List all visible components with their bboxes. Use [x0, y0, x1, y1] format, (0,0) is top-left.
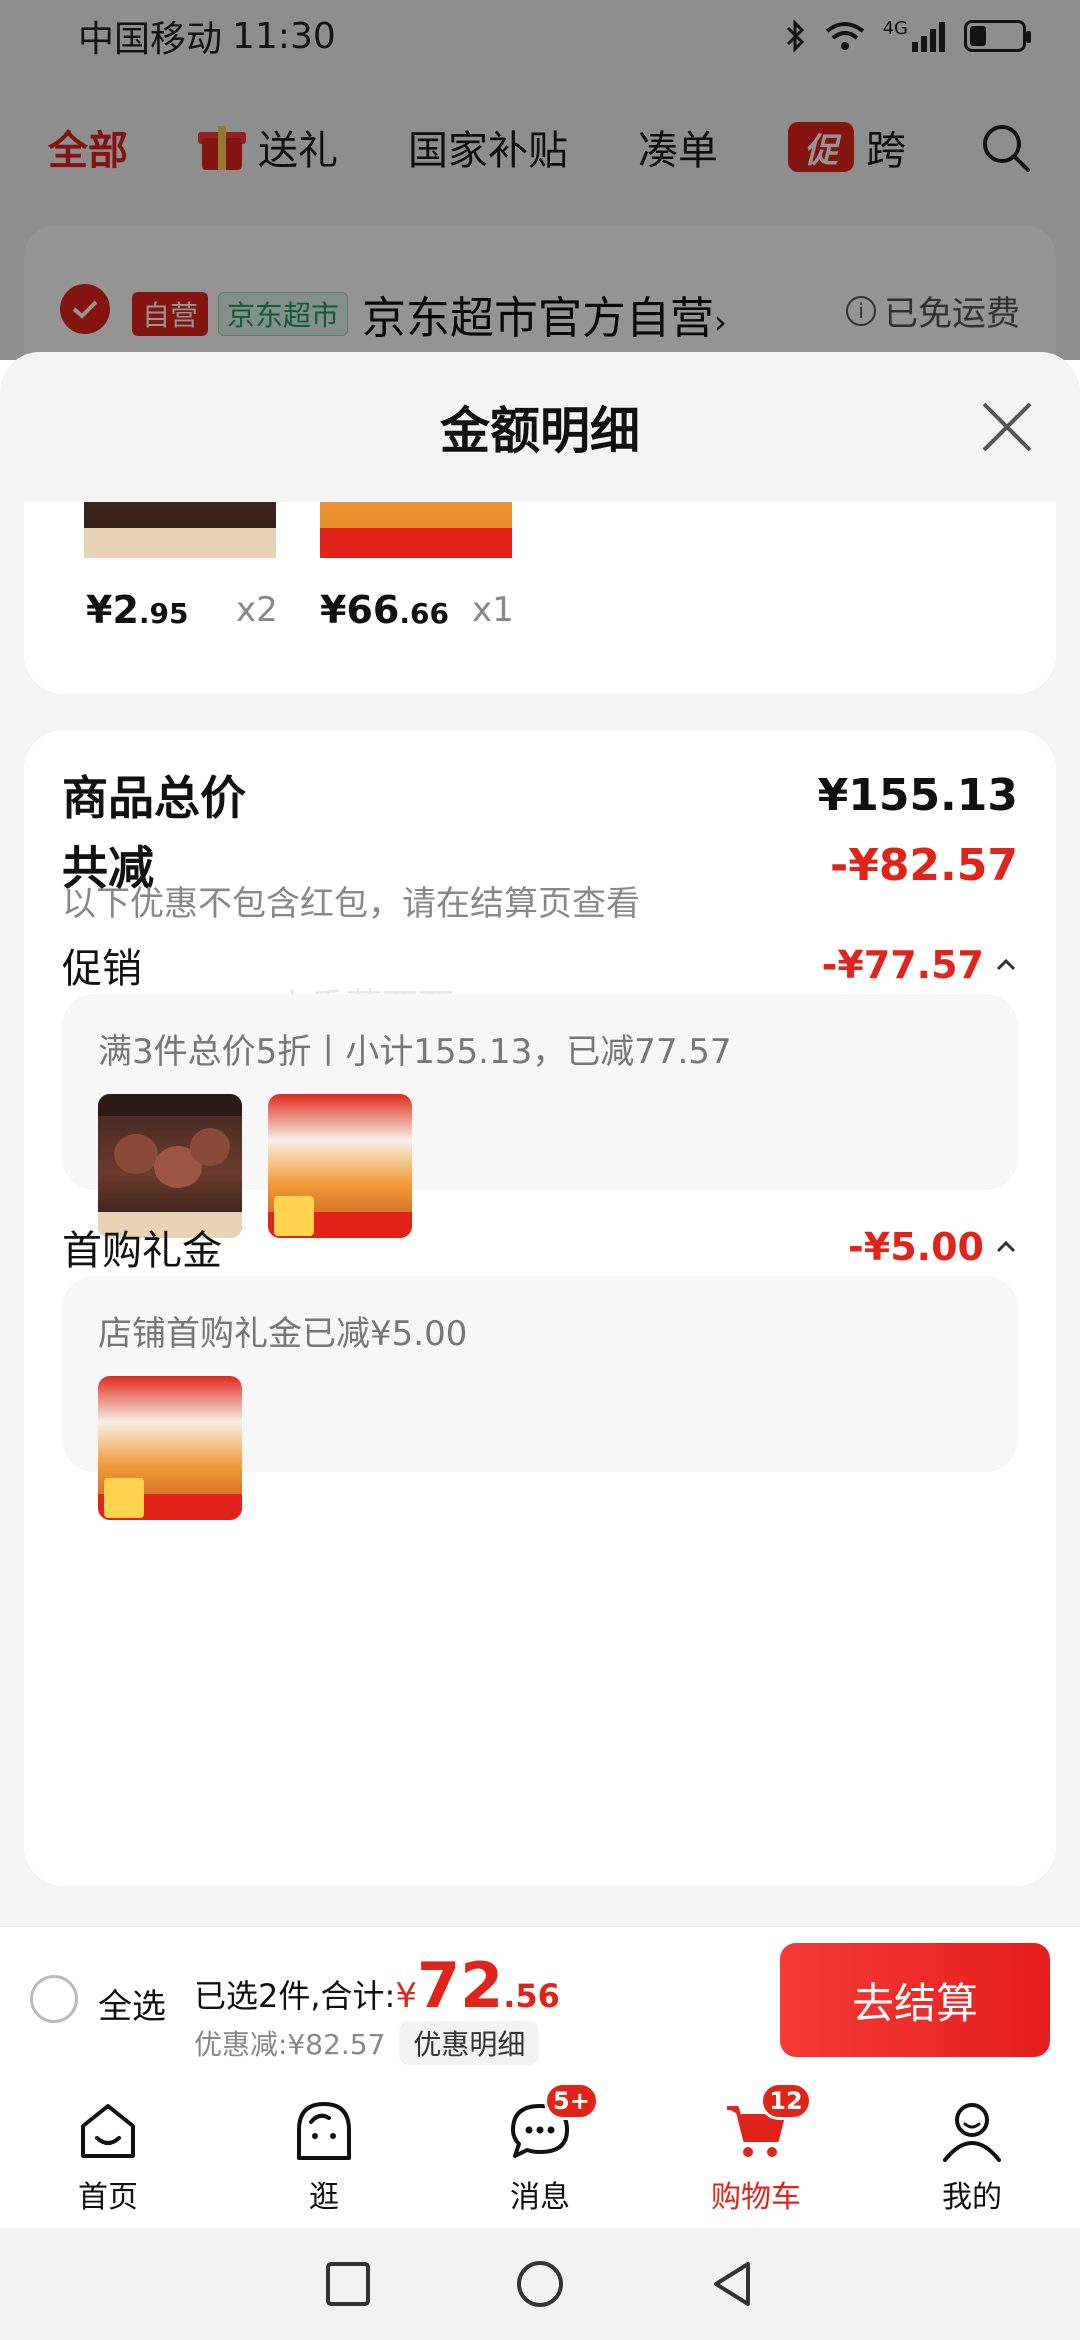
product-thumbnail[interactable]	[98, 1094, 242, 1238]
goods-total-row: 商品总价 ¥155.13	[62, 762, 1018, 828]
first-purchase-label: 首购礼金	[62, 1228, 222, 1274]
chevron-up-icon	[996, 958, 1016, 971]
total-decimal: .56	[503, 1977, 560, 2015]
first-purchase-row[interactable]: 首购礼金 -¥5.00	[62, 1218, 1018, 1276]
nav-profile-label: 我的	[942, 2180, 1002, 2215]
product-thumbnail[interactable]	[98, 1376, 242, 1520]
modal-overlay[interactable]	[0, 0, 1080, 360]
goods-total-value: ¥155.13	[817, 769, 1018, 821]
checkout-button[interactable]: 去结算	[780, 1943, 1050, 2057]
select-all-checkbox[interactable]	[30, 1975, 78, 2023]
explore-icon	[297, 2102, 351, 2160]
home-icon	[81, 2104, 135, 2158]
cart-badge: 12	[760, 2082, 812, 2120]
chevron-up-icon	[996, 1240, 1016, 1253]
promotion-value: -¥77.57	[822, 943, 1018, 987]
discount-amount-label: 优惠减:¥82.57	[194, 2028, 386, 2061]
goods-total-label: 商品总价	[62, 771, 246, 825]
nav-home[interactable]: 首页	[0, 2072, 216, 2228]
sheet-title: 金额明细	[440, 402, 640, 460]
reduce-note: 以下优惠不包含红包，请在结算页查看	[62, 884, 640, 924]
total-reduce-value: -¥82.57	[829, 839, 1018, 891]
product-quantity: x1	[472, 590, 514, 630]
back-icon[interactable]	[706, 2258, 758, 2310]
total-integer: 72	[416, 1949, 504, 2022]
currency-symbol: ¥	[395, 1976, 417, 2016]
promotion-detail-text: 满3件总价5折丨小计155.13，已减77.57	[98, 1032, 732, 1072]
close-icon[interactable]	[978, 398, 1036, 456]
sheet-header: 金额明细	[0, 352, 1080, 502]
messages-badge: 5+	[544, 2082, 599, 2120]
nav-messages[interactable]: 消息 5+	[432, 2072, 648, 2228]
first-purchase-detail-box: 店铺首购礼金已减¥5.00	[62, 1276, 1018, 1520]
price-summary-card: 商品总价 ¥155.13 共减 -¥82.57 以下优惠不包含红包，请在结算页查…	[24, 730, 1056, 1886]
promotion-row[interactable]: 促销 -¥77.57	[62, 936, 1018, 994]
nav-explore-label: 逛	[309, 2180, 339, 2215]
select-all-label[interactable]: 全选	[98, 1979, 166, 2028]
first-purchase-detail-text: 店铺首购礼金已减¥5.00	[98, 1314, 468, 1354]
nav-profile[interactable]: 我的	[864, 2072, 1080, 2228]
product-quantity: x2	[236, 590, 278, 630]
selected-products-card: ¥2.95 x2 ¥66.66 x1	[24, 502, 1056, 694]
promotion-detail-box: 满3件总价5折丨小计155.13，已减77.57	[62, 994, 1018, 1238]
profile-icon	[943, 2103, 1001, 2162]
checkout-bar: 全选 已选2件,合计: ¥ 72 .56 优惠减:¥82.57 优惠明细 去结算	[0, 1926, 1080, 2072]
nav-messages-label: 消息	[510, 2180, 570, 2215]
product-thumbnail[interactable]	[320, 502, 512, 558]
selected-total: 已选2件,合计: ¥ 72 .56	[194, 1949, 560, 2022]
product-thumbnail[interactable]	[268, 1094, 412, 1238]
nav-cart[interactable]: 购物车 12	[648, 2072, 864, 2228]
selected-count-label: 已选2件,合计:	[194, 1977, 396, 2015]
home-circle-icon[interactable]	[514, 2258, 566, 2310]
product-price: ¥66.66	[320, 588, 449, 632]
discount-line: 优惠减:¥82.57 优惠明细	[194, 2021, 540, 2065]
nav-home-label: 首页	[78, 2180, 138, 2215]
recent-apps-icon[interactable]	[322, 2258, 374, 2310]
first-purchase-value: -¥5.00	[848, 1225, 1018, 1269]
discount-detail-button[interactable]: 优惠明细	[399, 2021, 540, 2065]
product-price: ¥2.95	[86, 588, 189, 632]
bottom-nav: 首页 逛 消息 5+ 购物车 12 我的	[0, 2072, 1080, 2228]
promotion-label: 促销	[62, 946, 142, 992]
amount-detail-sheet: 金额明细 ¥2.95 x2 ¥66.66 x1 商品总价 ¥155.13 共减 …	[0, 352, 1080, 1930]
nav-cart-label: 购物车	[711, 2180, 801, 2215]
nav-explore[interactable]: 逛	[216, 2072, 432, 2228]
product-thumbnail[interactable]	[84, 502, 276, 558]
system-nav-bar	[0, 2228, 1080, 2340]
